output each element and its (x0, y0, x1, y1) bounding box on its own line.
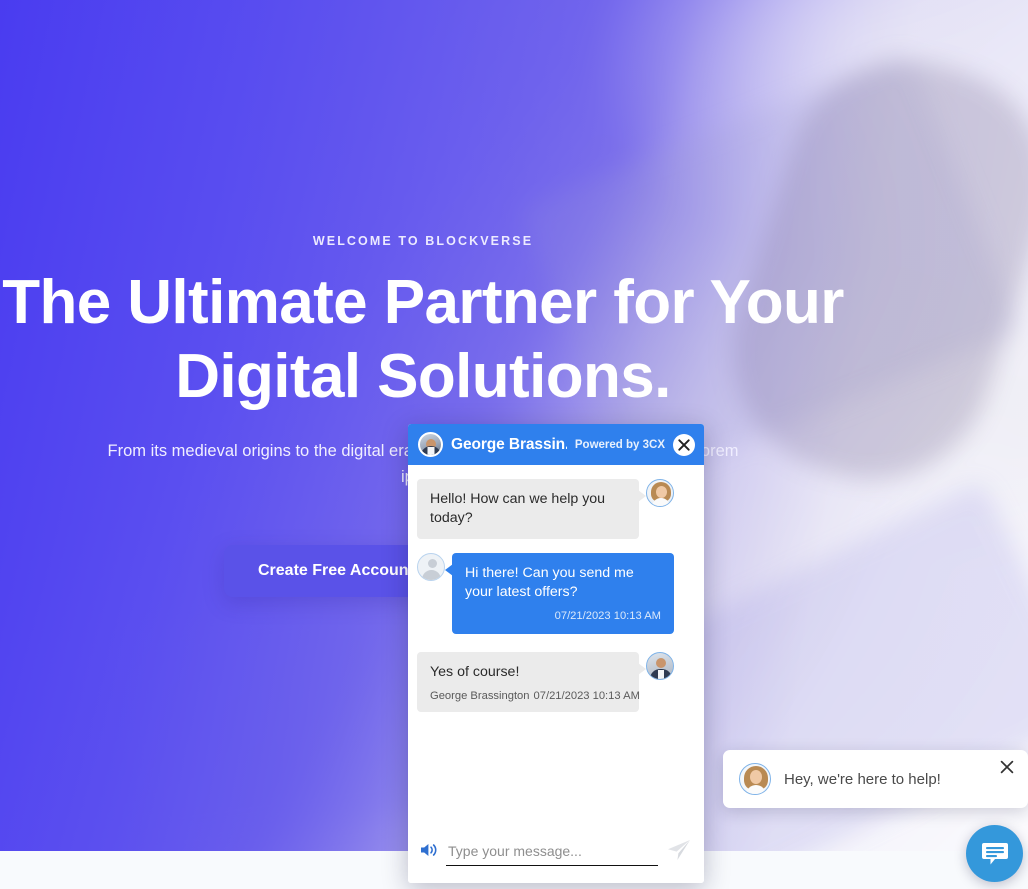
close-icon (1000, 760, 1014, 774)
chat-message-input[interactable] (446, 839, 658, 866)
hero-headline-line-1: The Ultimate Partner for Your (2, 268, 844, 337)
greeting-toast: Hey, we're here to help! (723, 750, 1028, 808)
chat-message-row: Hello! How can we help you today? (417, 479, 695, 539)
chat-message-row: Hi there! Can you send me your latest of… (417, 553, 695, 634)
powered-by-label: Powered by 3CX (574, 438, 665, 451)
chat-message-sender: George Brassington (430, 690, 530, 702)
chat-message-meta: George Brassington 07/21/2023 10:13 AM (430, 690, 640, 703)
chat-message-text: Hi there! Can you send me your latest of… (465, 565, 634, 600)
chat-message-timestamp: 07/21/2023 10:13 AM (554, 610, 661, 622)
chat-input-area (408, 824, 704, 883)
chat-message-row: Yes of course! George Brassington 07/21/2… (417, 652, 695, 712)
man-avatar-icon (646, 652, 674, 680)
chat-message-timestamp: 07/21/2023 10:13 AM (533, 690, 640, 702)
page-title: The Ultimate Partner for Your Digital So… (0, 266, 846, 414)
blank-avatar-icon (417, 553, 445, 581)
page-root: WELCOME TO BLOCKVERSE The Ultimate Partn… (0, 0, 1028, 889)
woman-avatar-icon (646, 479, 674, 507)
chat-header: George Brassin... Powered by 3CX (408, 424, 704, 465)
chat-launcher-button[interactable] (966, 825, 1023, 882)
chat-message-text: Hello! How can we help you today? (430, 491, 606, 526)
greeting-avatar-icon (739, 763, 771, 795)
greeting-close-button[interactable] (1000, 760, 1014, 779)
online-status-dot (440, 452, 441, 455)
chat-agent-name: George Brassin... (451, 435, 567, 453)
chat-close-button[interactable] (673, 433, 695, 456)
chat-bubble-agent: Hello! How can we help you today? (417, 479, 646, 539)
chat-message-text: Yes of course! (430, 664, 520, 680)
chat-panel: George Brassin... Powered by 3CX Hello! … (408, 424, 704, 883)
greeting-text: Hey, we're here to help! (784, 770, 941, 788)
chat-message-list: Hello! How can we help you today? Hi the… (408, 465, 704, 824)
chat-bubble-icon (981, 842, 1008, 864)
hero-headline-line-2: Digital Solutions. (175, 342, 671, 411)
chat-bubble-user: Hi there! Can you send me your latest of… (445, 553, 674, 634)
speaker-icon[interactable] (420, 842, 438, 863)
close-icon (678, 438, 690, 451)
send-icon[interactable] (666, 838, 692, 867)
hero-eyebrow: WELCOME TO BLOCKVERSE (312, 234, 534, 248)
chat-bubble-agent: Yes of course! George Brassington 07/21/2… (417, 652, 646, 712)
agent-avatar-icon (418, 432, 443, 457)
